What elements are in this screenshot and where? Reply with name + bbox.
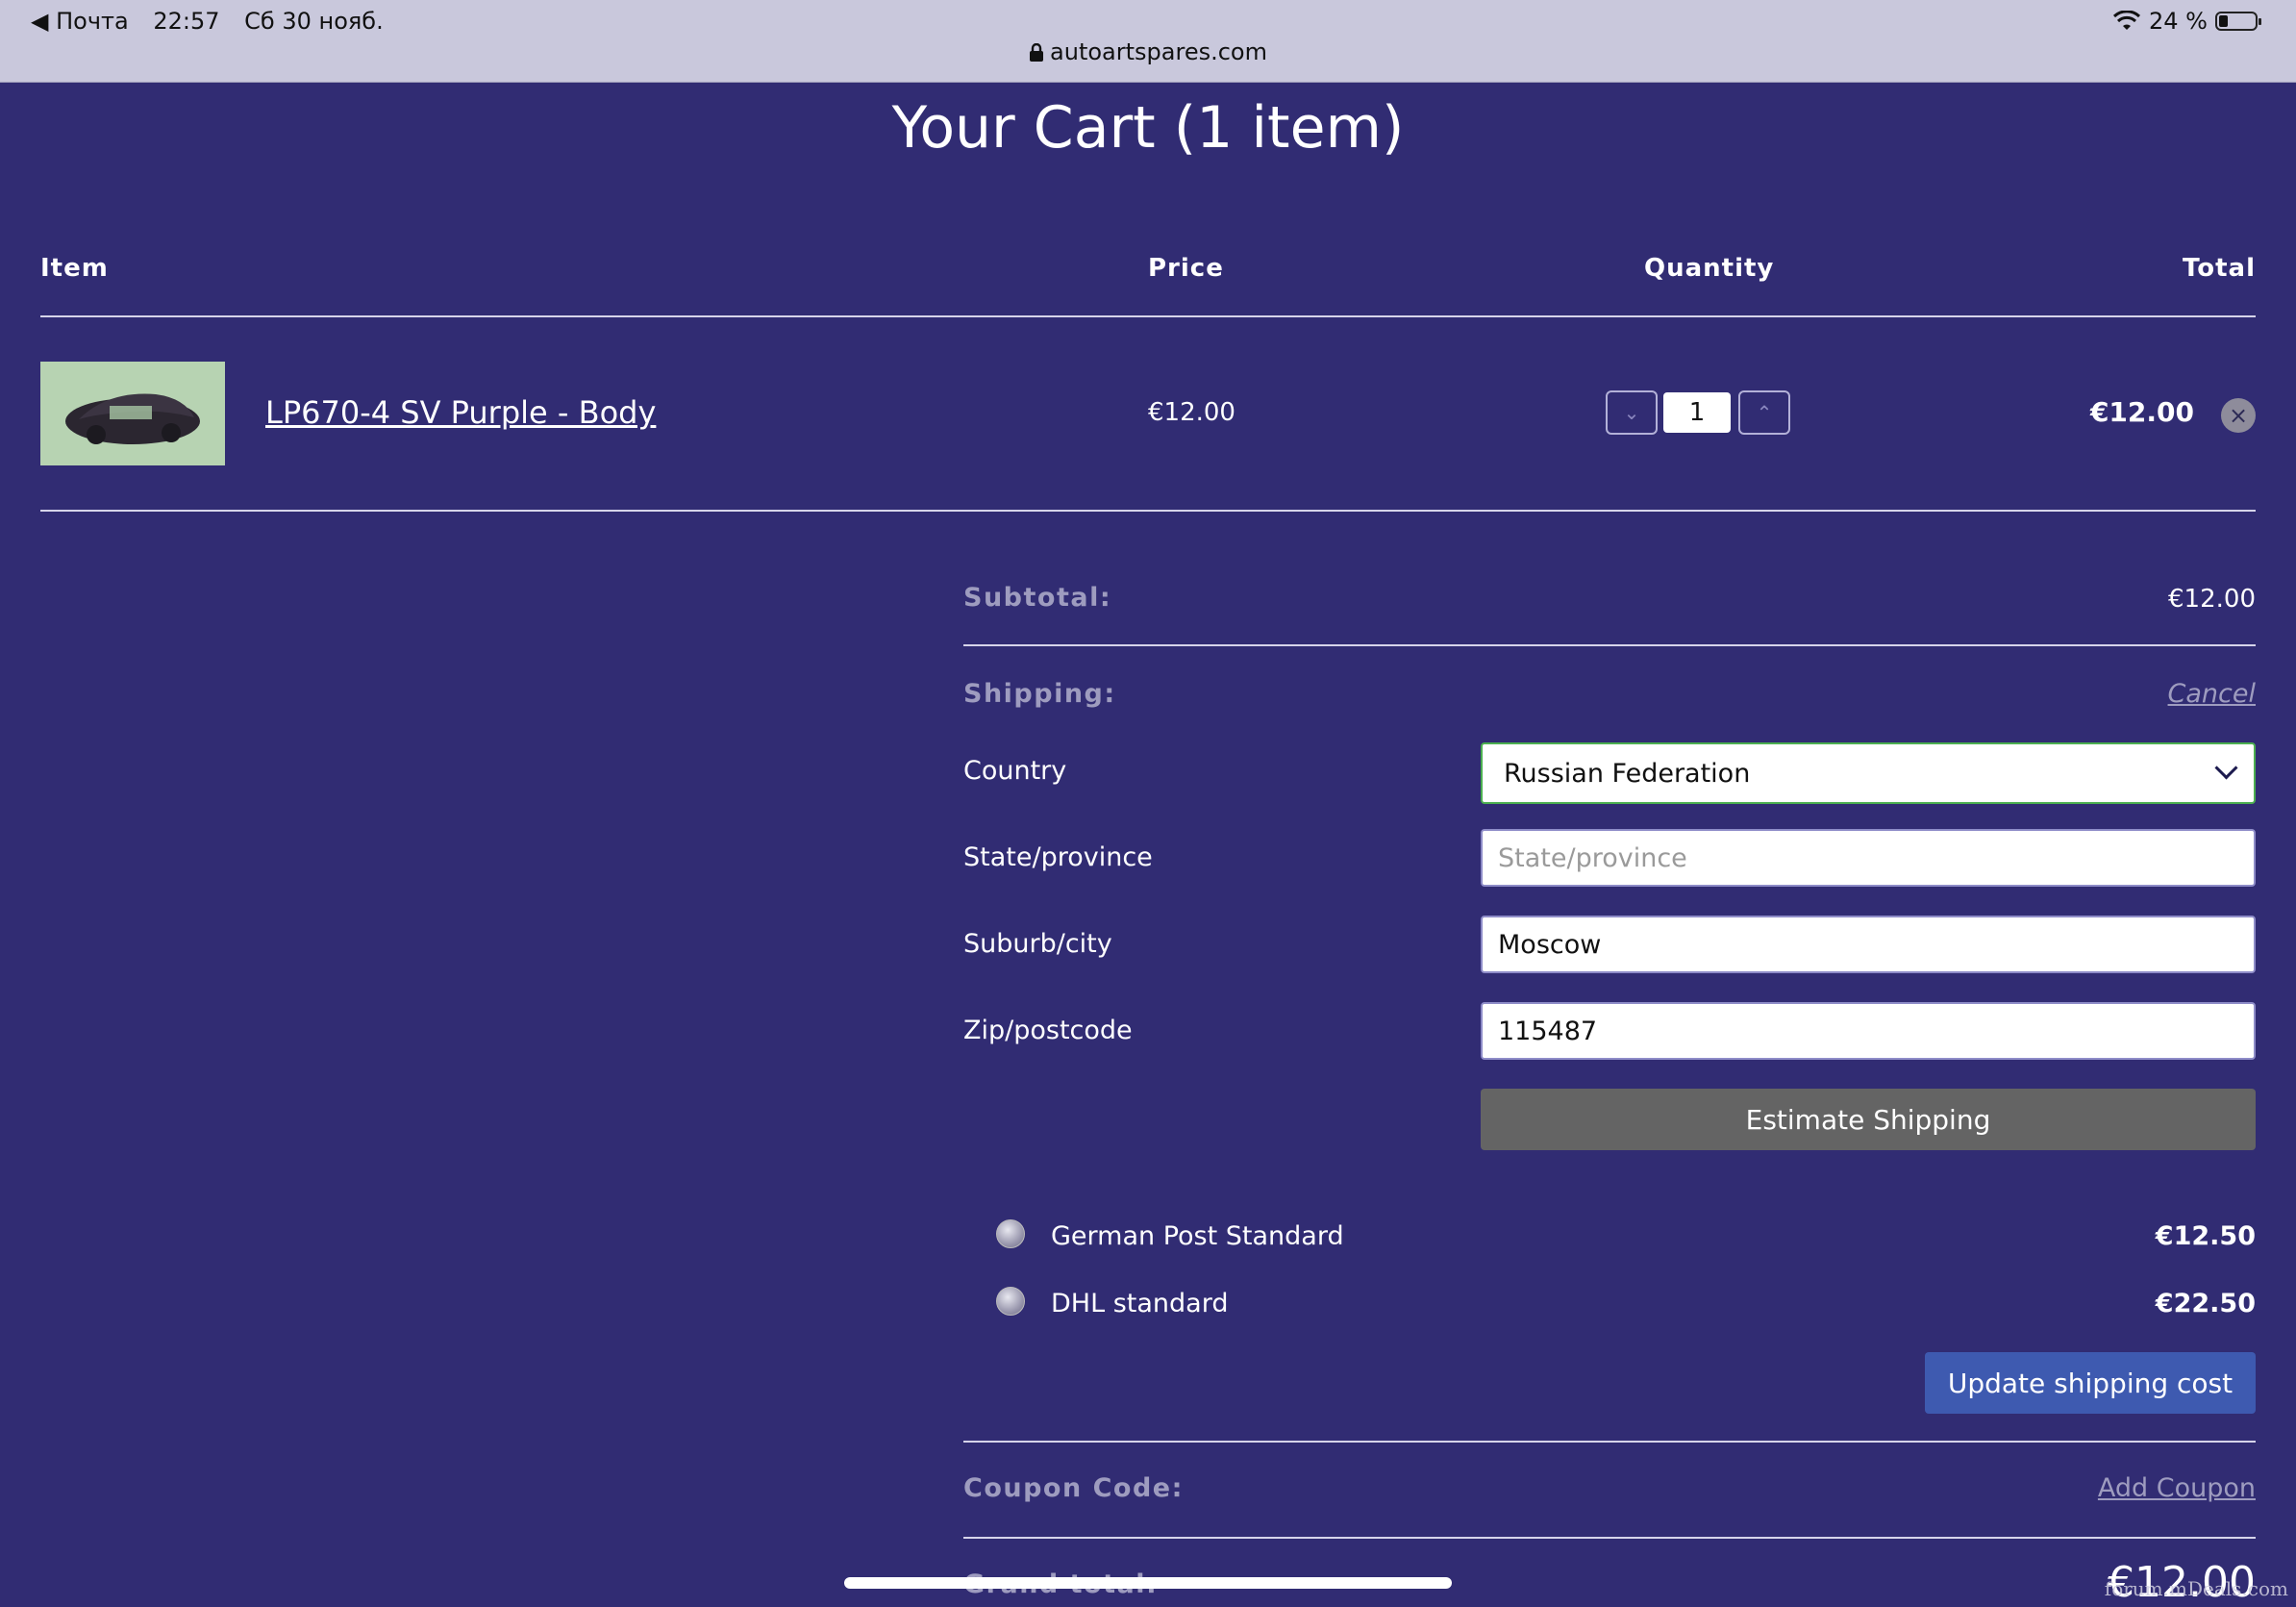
chevron-up-icon: ⌃ [1756,401,1773,424]
city-label: Suburb/city [963,929,1112,959]
battery-percent: 24 % [2149,8,2208,35]
country-label: Country [963,756,1067,786]
shipping-label: Shipping: [963,679,1116,709]
watermark: forum.mDeals.com [2104,1577,2288,1600]
status-left: ◀ Почта 22:57 Сб 30 нояб. [31,8,401,35]
subtotal-value: €12.00 [2168,585,2256,614]
coupon-label: Coupon Code: [963,1473,1184,1503]
option-dhl[interactable]: DHL standard [1051,1289,1228,1318]
subtotal-label: Subtotal: [963,583,1112,613]
car-body-image [40,362,225,465]
status-date: Сб 30 нояб. [244,8,384,35]
add-coupon-link[interactable]: Add Coupon [2098,1473,2256,1503]
product-thumbnail[interactable] [40,362,225,465]
header-divider [40,315,2256,317]
zip-label: Zip/postcode [963,1016,1133,1045]
state-label: State/province [963,842,1153,872]
city-input[interactable]: Moscow [1481,916,2256,973]
status-time: 22:57 [153,8,220,35]
estimate-shipping-button[interactable]: Estimate Shipping [1481,1089,2256,1150]
close-icon: × [2228,402,2249,429]
update-shipping-button[interactable]: Update shipping cost [1925,1352,2256,1414]
quantity-input[interactable]: 1 [1663,392,1731,433]
coupon-divider [963,1537,2256,1539]
country-select[interactable]: Russian Federation [1481,742,2256,804]
header-price: Price [1148,254,1224,283]
zip-input[interactable]: 115487 [1481,1002,2256,1060]
shipping-divider [963,1441,2256,1443]
radio-dhl[interactable] [996,1287,1025,1316]
price-german-post: €12.50 [2155,1221,2256,1251]
country-value: Russian Federation [1504,758,1751,789]
header-total: Total [2182,254,2256,283]
chevron-down-icon [2214,756,2238,780]
home-indicator[interactable] [844,1577,1452,1589]
item-price: €12.00 [1148,398,1235,427]
back-to-app-link[interactable]: ◀ Почта [31,8,129,35]
state-input[interactable]: State/province [1481,829,2256,887]
city-value: Moscow [1498,929,1602,960]
chevron-down-icon: ⌄ [1623,401,1640,424]
header-item: Item [40,254,109,283]
battery-icon [2215,12,2261,31]
state-placeholder: State/province [1498,842,1687,873]
subtotal-divider [963,644,2256,646]
option-german-post[interactable]: German Post Standard [1051,1221,1344,1251]
zip-value: 115487 [1498,1016,1598,1046]
page-title: Your Cart (1 item) [891,94,1405,162]
quantity-increment-button[interactable]: ⌃ [1738,390,1790,435]
price-dhl: €22.50 [2155,1289,2256,1318]
lock-icon [1030,43,1044,62]
cancel-shipping-link[interactable]: Cancel [2168,679,2256,709]
item-total: €12.00 [2089,396,2194,428]
header-quantity: Quantity [1644,254,1775,283]
wifi-icon [2112,11,2141,30]
browser-status-bar: ◀ Почта 22:57 Сб 30 нояб. 24 % autoartsp… [0,0,2296,83]
remove-item-button[interactable]: × [2221,398,2256,433]
address-bar[interactable]: autoartspares.com [0,38,2296,65]
row-divider [40,510,2256,512]
quantity-decrement-button[interactable]: ⌄ [1606,390,1658,435]
url-text: autoartspares.com [1050,38,1267,65]
status-right: 24 % [2112,8,2261,35]
radio-german-post[interactable] [996,1219,1025,1248]
product-name-link[interactable]: LP670-4 SV Purple - Body [265,394,656,431]
